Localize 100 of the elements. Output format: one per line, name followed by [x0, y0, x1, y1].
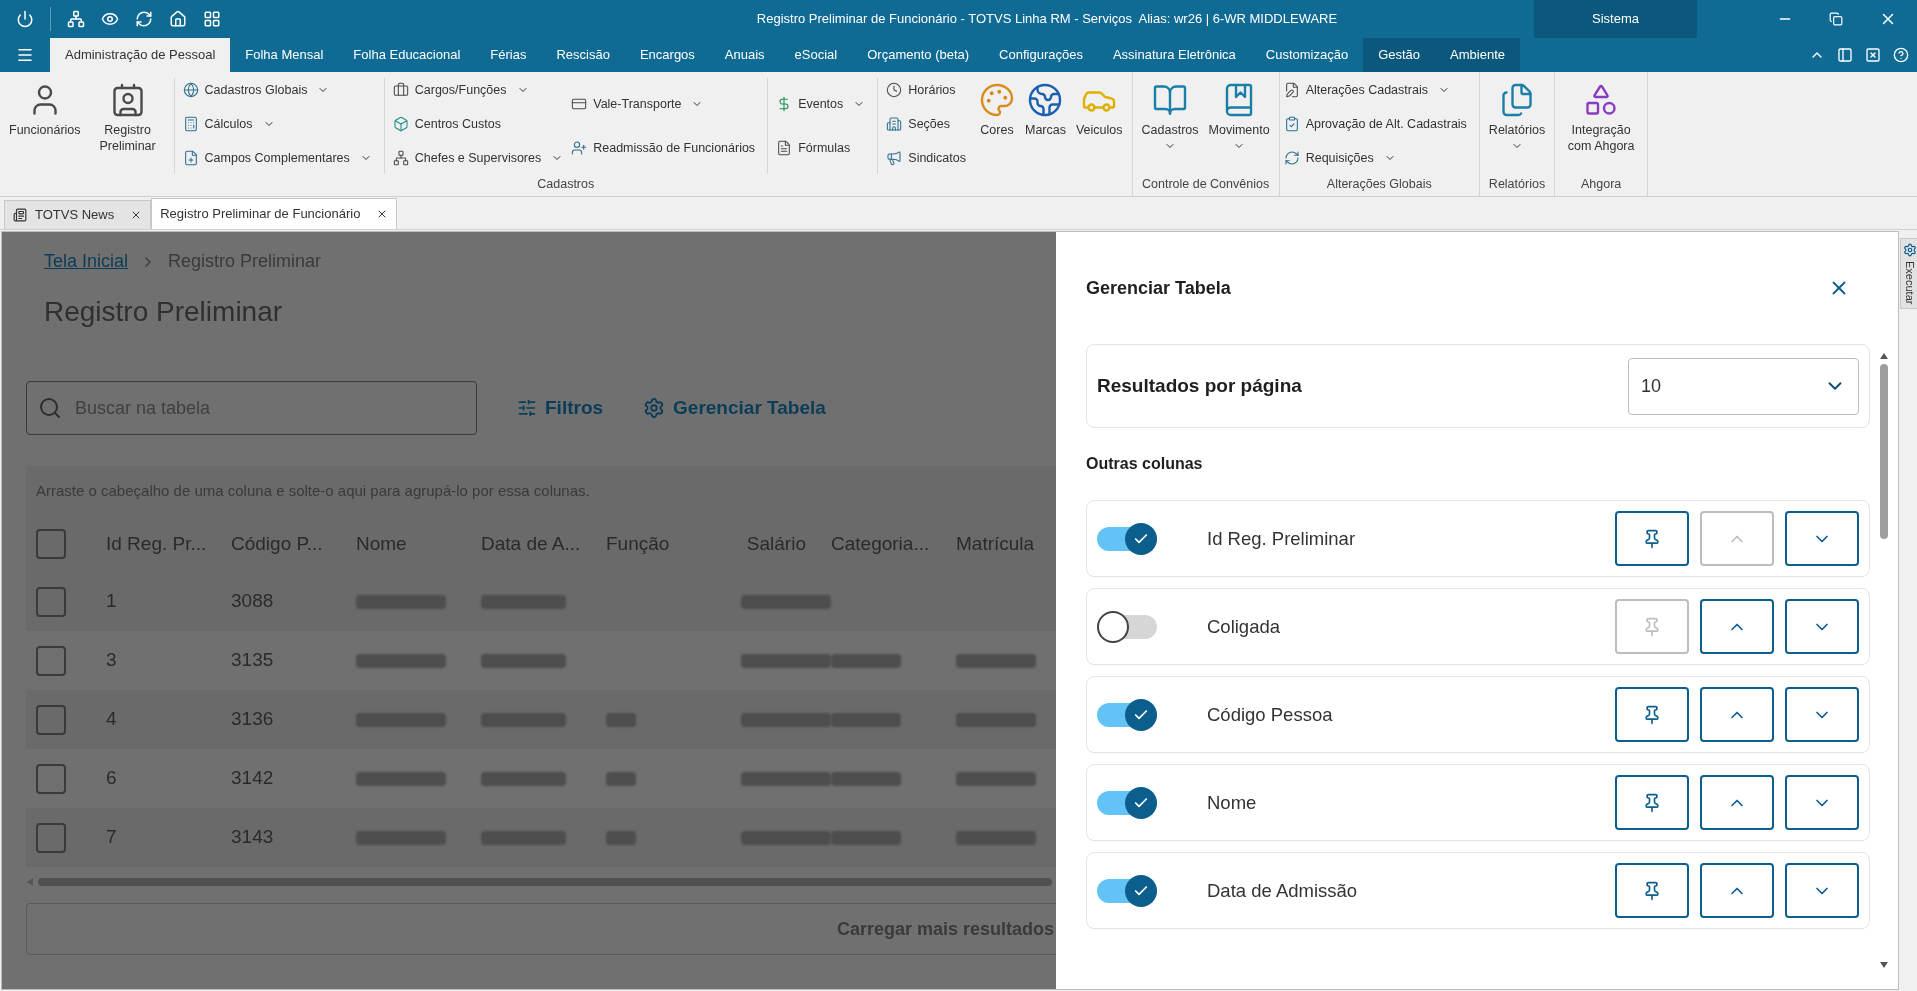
ribbon-button[interactable]: Cadastros: [1136, 78, 1204, 174]
ribbon-tab[interactable]: Customização: [1250, 38, 1364, 72]
ribbon-tab[interactable]: Anuais: [709, 38, 780, 72]
ribbon-tab[interactable]: Administração de Pessoal: [50, 38, 231, 72]
filter-icon: [517, 398, 537, 418]
ribbon-tab[interactable]: Orçamento (beta): [852, 38, 985, 72]
layout-icon[interactable]: [1837, 47, 1853, 63]
home-icon[interactable]: [169, 10, 187, 28]
ribbon-button[interactable]: Movimento: [1203, 78, 1275, 174]
table-cell-text: 3: [106, 648, 118, 673]
table-cell-text: 3143: [231, 825, 275, 850]
ribbon-button[interactable]: Alterações Cadastrais: [1283, 78, 1467, 102]
row-checkbox[interactable]: [36, 822, 66, 853]
refresh-icon[interactable]: [135, 10, 153, 28]
ribbon-tab[interactable]: Assinatura Eletrônica: [1097, 38, 1251, 72]
move-up-button[interactable]: [1700, 687, 1774, 742]
tab-label: Registro Preliminar de Funcionário: [160, 205, 361, 224]
pin-icon: [1642, 704, 1662, 725]
ribbon-tab[interactable]: Férias: [475, 38, 542, 72]
people-network-icon: [392, 150, 409, 166]
ribbon-button[interactable]: Cálculos: [182, 112, 372, 136]
execute-label: Executar: [1904, 261, 1916, 305]
ribbon-button[interactable]: Requisições: [1283, 146, 1467, 170]
settings-icon: [643, 397, 666, 419]
horizontal-scrollbar[interactable]: [38, 878, 1052, 886]
restore-icon[interactable]: [1829, 12, 1843, 26]
megaphone-icon: [886, 150, 903, 166]
file-plus-icon: [182, 150, 199, 166]
menu-icon[interactable]: [16, 46, 34, 64]
header-checkbox[interactable]: [36, 529, 66, 559]
pin-icon: [1642, 616, 1662, 637]
ribbon-button[interactable]: Registro Preliminar: [85, 78, 170, 174]
table-cell-text: 3088: [231, 589, 275, 614]
ribbon-tab[interactable]: Rescisão: [541, 38, 625, 72]
globe-icon: [182, 82, 199, 98]
ribbon-button[interactable]: Eventos: [776, 92, 866, 116]
ribbon-button[interactable]: Campos Complementares: [182, 146, 372, 170]
ribbon-tab[interactable]: Encargos: [624, 38, 710, 72]
pin-button[interactable]: [1615, 687, 1689, 742]
ribbon-button[interactable]: Cargos/Funções: [392, 78, 564, 102]
ribbon-button[interactable]: Veiculos: [1070, 78, 1128, 174]
eye-icon[interactable]: [101, 10, 119, 28]
ribbon-button[interactable]: Cores: [974, 78, 1020, 174]
scrollbar-thumb[interactable]: [1880, 364, 1888, 539]
ribbon-button[interactable]: Centros Custos: [392, 112, 564, 136]
clock-icon: [886, 82, 903, 98]
cube-icon: [392, 116, 409, 132]
row-checkbox[interactable]: [36, 763, 66, 794]
close-box-icon[interactable]: [1865, 47, 1881, 63]
power-icon[interactable]: [16, 10, 34, 28]
ribbon-button[interactable]: Readmissão de Funcionários: [571, 136, 756, 160]
move-up-button[interactable]: [1700, 775, 1774, 830]
row-checkbox[interactable]: [36, 704, 66, 735]
row-checkbox[interactable]: [36, 645, 66, 676]
hierarchy-icon[interactable]: [67, 10, 85, 28]
table-cell-text: 4: [106, 707, 118, 732]
pin-button[interactable]: [1615, 511, 1689, 566]
ribbon-button[interactable]: Integração com Ahgora: [1559, 78, 1644, 174]
ribbon-button[interactable]: Cadastros Globais: [182, 78, 372, 102]
palette-icon: [979, 82, 1015, 118]
move-down-button[interactable]: [1785, 687, 1859, 742]
ribbon-button[interactable]: Aprovação de Alt. Cadastrais: [1283, 112, 1467, 136]
refresh-icon: [1283, 150, 1300, 166]
pin-button[interactable]: [1615, 775, 1689, 830]
help-icon[interactable]: [1893, 47, 1909, 63]
ribbon-button[interactable]: Sindicatos: [886, 146, 966, 170]
panel-title: Gerenciar Tabela: [1086, 276, 1231, 300]
ribbon-button[interactable]: Marcas: [1020, 78, 1071, 174]
document-tab[interactable]: Registro Preliminar de Funcionário: [151, 198, 398, 229]
person-plus-icon: [571, 140, 588, 156]
ribbon-button[interactable]: Chefes e Supervisores: [392, 146, 564, 170]
ribbon-tab[interactable]: Folha Educacional: [338, 38, 476, 72]
ribbon-button[interactable]: Seções: [886, 112, 966, 136]
row-checkbox[interactable]: [36, 586, 66, 617]
grid-icon[interactable]: [203, 10, 221, 28]
execute-tab[interactable]: Executar: [1900, 238, 1917, 310]
ribbon-tab[interactable]: Configurações: [984, 38, 1098, 72]
page-size-select[interactable]: 10: [1628, 357, 1859, 415]
ribbon-group-label: Controle de Convênios: [1141, 176, 1271, 193]
ribbon-button[interactable]: Relatórios: [1483, 78, 1551, 174]
move-up-button[interactable]: [1700, 599, 1774, 654]
scroll-down-icon[interactable]: [1880, 961, 1888, 969]
ribbon-tab[interactable]: Gestão: [1363, 38, 1436, 72]
move-down-button[interactable]: [1785, 863, 1859, 918]
ribbon-tab[interactable]: Folha Mensal: [230, 38, 339, 72]
book-icon: [1152, 82, 1188, 118]
move-down-button[interactable]: [1785, 599, 1859, 654]
ribbon-button[interactable]: Horários: [886, 78, 966, 102]
scroll-up-icon[interactable]: [1880, 352, 1888, 360]
ribbon-button[interactable]: Fórmulas: [776, 136, 866, 160]
ribbon-tab[interactable]: Ambiente: [1435, 38, 1520, 72]
move-down-button[interactable]: [1785, 775, 1859, 830]
pin-button[interactable]: [1615, 863, 1689, 918]
column-name: Nome: [1207, 790, 1258, 815]
ribbon-tab[interactable]: eSocial: [779, 38, 853, 72]
document-tab[interactable]: TOTVS News: [4, 200, 152, 229]
move-up-button[interactable]: [1700, 863, 1774, 918]
move-down-button[interactable]: [1785, 511, 1859, 566]
ribbon-button[interactable]: Vale-Transporte: [571, 92, 756, 116]
ribbon-button[interactable]: Funcionários: [4, 78, 86, 174]
